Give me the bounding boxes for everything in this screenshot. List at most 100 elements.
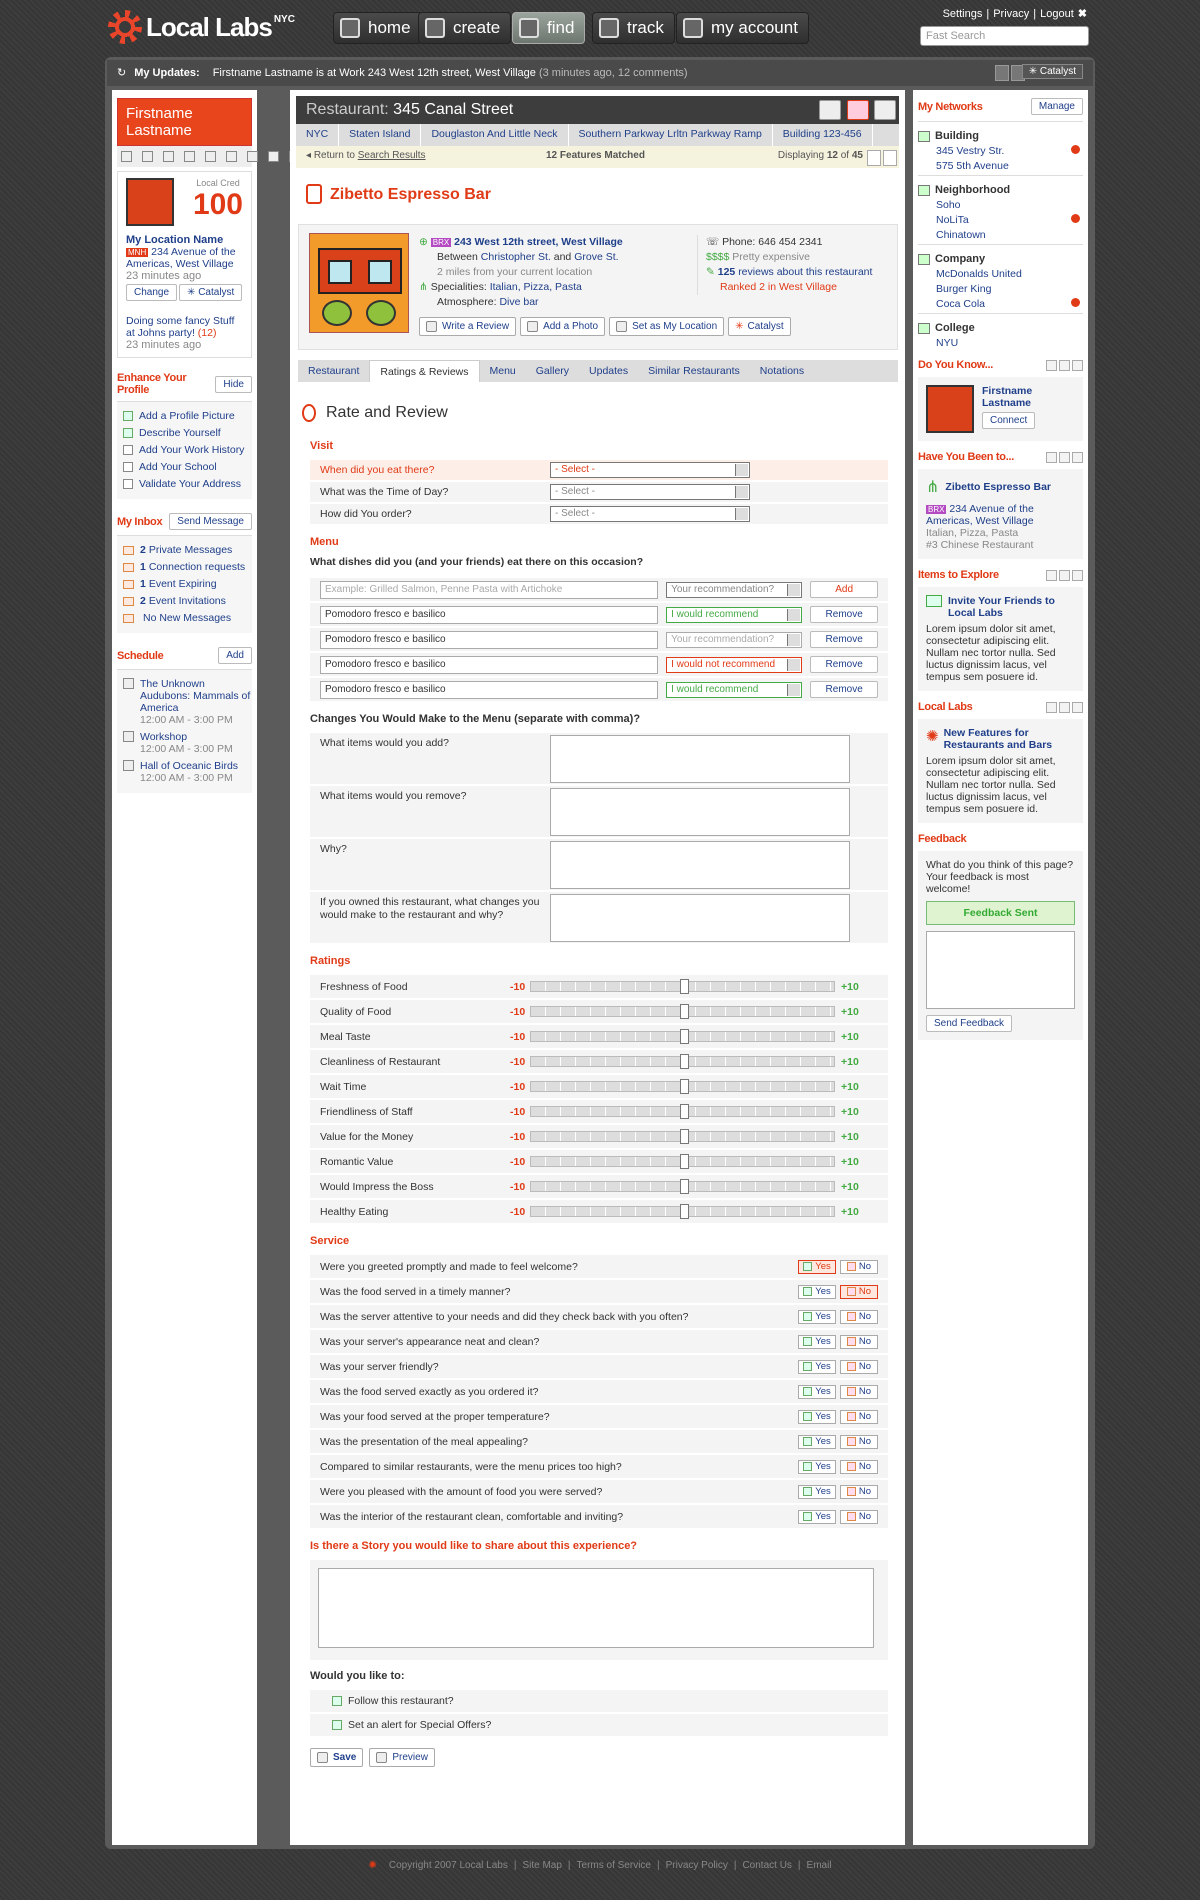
next-result-button[interactable] [883, 150, 897, 166]
prev-update-button[interactable] [995, 65, 1009, 81]
venue-link[interactable]: Zibetto Espresso Bar [945, 481, 1051, 493]
visit-select[interactable]: - Select - [550, 462, 750, 478]
change-textarea[interactable] [550, 735, 850, 783]
terms-link[interactable]: Terms of Service [577, 1860, 651, 1871]
inbox-item[interactable]: 2 Private Messages [123, 544, 252, 556]
slider-handle[interactable] [680, 979, 689, 994]
tab-gallery[interactable]: Gallery [526, 360, 579, 382]
privacy-link[interactable]: Privacy [993, 8, 1029, 20]
yes-button[interactable]: Yes [798, 1409, 836, 1424]
rating-slider[interactable] [530, 1179, 835, 1194]
status-text[interactable]: Doing some fancy Stuff at Johns party! [126, 315, 234, 339]
search-results-link[interactable]: Search Results [358, 150, 426, 161]
slider-handle[interactable] [680, 1054, 689, 1069]
venue-address[interactable]: 243 West 12th street, West Village [454, 236, 623, 248]
add-event-button[interactable]: Add [218, 647, 252, 664]
rating-slider[interactable] [530, 1154, 835, 1169]
slider-handle[interactable] [680, 1104, 689, 1119]
atmosphere-link[interactable]: Dive bar [499, 296, 538, 308]
prev-result-button[interactable] [867, 150, 881, 166]
enhance-item[interactable]: Add Your School [123, 461, 252, 473]
review-count[interactable]: 125 [718, 266, 736, 278]
set-location-button[interactable]: Set as My Location [609, 317, 725, 336]
invite-link[interactable]: Invite Your Friends to Local Labs [948, 595, 1075, 619]
dish-input[interactable]: Pomodoro fresco e basilico [320, 680, 659, 699]
add-dish-button[interactable]: Add [810, 581, 878, 598]
nav-create[interactable]: create [418, 12, 512, 44]
rating-slider[interactable] [530, 1204, 835, 1219]
send-feedback-button[interactable]: Send Feedback [926, 1015, 1013, 1032]
locallabs-controls[interactable] [1044, 701, 1083, 713]
slider-handle[interactable] [680, 1179, 689, 1194]
no-button[interactable]: No [840, 1409, 878, 1424]
schedule-item[interactable]: The Unknown Audubons: Mammals of America… [123, 678, 252, 726]
visit-select[interactable]: - Select - [550, 484, 750, 500]
cross-street-link[interactable]: Christopher St. [481, 251, 551, 263]
write-review-button[interactable]: Write a Review [419, 317, 517, 336]
reviews-link[interactable]: reviews about this restaurant [738, 266, 872, 278]
change-textarea[interactable] [550, 894, 850, 942]
rating-slider[interactable] [530, 1029, 835, 1044]
no-button[interactable]: No [840, 1509, 878, 1524]
story-textarea[interactable] [318, 1568, 874, 1648]
catalyst-button[interactable]: ✳ Catalyst [728, 317, 791, 336]
site-map-link[interactable]: Site Map [522, 1860, 561, 1871]
nav-my-account[interactable]: my account [676, 12, 809, 44]
location-title[interactable]: My Location Name [126, 234, 243, 246]
no-button[interactable]: No [840, 1434, 878, 1449]
follow-checkbox[interactable] [332, 1696, 342, 1706]
ranking[interactable]: Ranked 2 in West Village [706, 280, 892, 295]
network-item[interactable]: Burger King [936, 283, 1083, 295]
rating-slider[interactable] [530, 1004, 835, 1019]
tool-icon[interactable] [184, 151, 195, 162]
refresh-icon[interactable]: ↻ [117, 67, 126, 79]
yes-button[interactable]: Yes [798, 1334, 836, 1349]
slider-handle[interactable] [680, 1154, 689, 1169]
breadcrumb-item[interactable]: Southern Parkway Lrltn Parkway Ramp [569, 124, 773, 146]
tab-updates[interactable]: Updates [579, 360, 638, 382]
mail-icon[interactable] [874, 100, 896, 120]
tool-icon[interactable] [142, 151, 153, 162]
save-button[interactable]: Save [310, 1748, 364, 1767]
been-controls[interactable] [1044, 451, 1083, 463]
rating-slider[interactable] [530, 1129, 835, 1144]
checkbox[interactable] [123, 445, 133, 455]
yes-button[interactable]: Yes [798, 1309, 836, 1324]
recommendation-select[interactable]: Your recommendation? [666, 581, 803, 598]
no-button[interactable]: No [840, 1384, 878, 1399]
remove-dish-button[interactable]: Remove [810, 631, 878, 648]
yes-button[interactable]: Yes [798, 1384, 836, 1399]
contact-link[interactable]: Contact Us [742, 1860, 791, 1871]
catalyst-button[interactable]: ✳ Catalyst [179, 284, 243, 301]
remove-dish-button[interactable]: Remove [810, 606, 878, 623]
update-text[interactable]: Firstname Lastname is at Work 243 West 1… [213, 67, 536, 79]
tool-icon[interactable] [163, 151, 174, 162]
know-controls[interactable] [1044, 359, 1083, 371]
recommendation-select[interactable]: I would recommend [666, 606, 803, 623]
tab-restaurant[interactable]: Restaurant [298, 360, 369, 382]
logo[interactable]: Local Labs NYC [108, 10, 295, 44]
nav-find[interactable]: find [512, 12, 586, 44]
venue-photo[interactable] [309, 233, 409, 333]
dish-input[interactable]: Pomodoro fresco e basilico [320, 605, 659, 624]
rating-slider[interactable] [530, 1079, 835, 1094]
schedule-item[interactable]: Workshop 12:00 AM - 3:00 PM [123, 731, 252, 755]
inbox-item[interactable]: 1 Connection requests [123, 561, 252, 573]
checkbox[interactable] [123, 428, 133, 438]
person-name[interactable]: Firstname Lastname [982, 385, 1042, 409]
no-button[interactable]: No [840, 1284, 878, 1299]
yes-button[interactable]: Yes [798, 1509, 836, 1524]
specialities-link[interactable]: Italian, Pizza, Pasta [490, 281, 582, 293]
inbox-item[interactable]: No New Messages [123, 612, 252, 624]
slider-handle[interactable] [680, 1129, 689, 1144]
tab-similar-restaurants[interactable]: Similar Restaurants [638, 360, 750, 382]
slider-handle[interactable] [680, 1079, 689, 1094]
settings-link[interactable]: Settings [943, 8, 983, 20]
slider-handle[interactable] [680, 1029, 689, 1044]
breadcrumb-item[interactable]: NYC [296, 124, 340, 146]
network-item[interactable]: McDonalds United [936, 268, 1083, 280]
checkbox[interactable] [123, 411, 133, 421]
status-count[interactable]: (12) [198, 327, 217, 339]
cross-street-link[interactable]: Grove St. [574, 251, 618, 263]
recommendation-select[interactable]: I would not recommend [666, 656, 803, 673]
